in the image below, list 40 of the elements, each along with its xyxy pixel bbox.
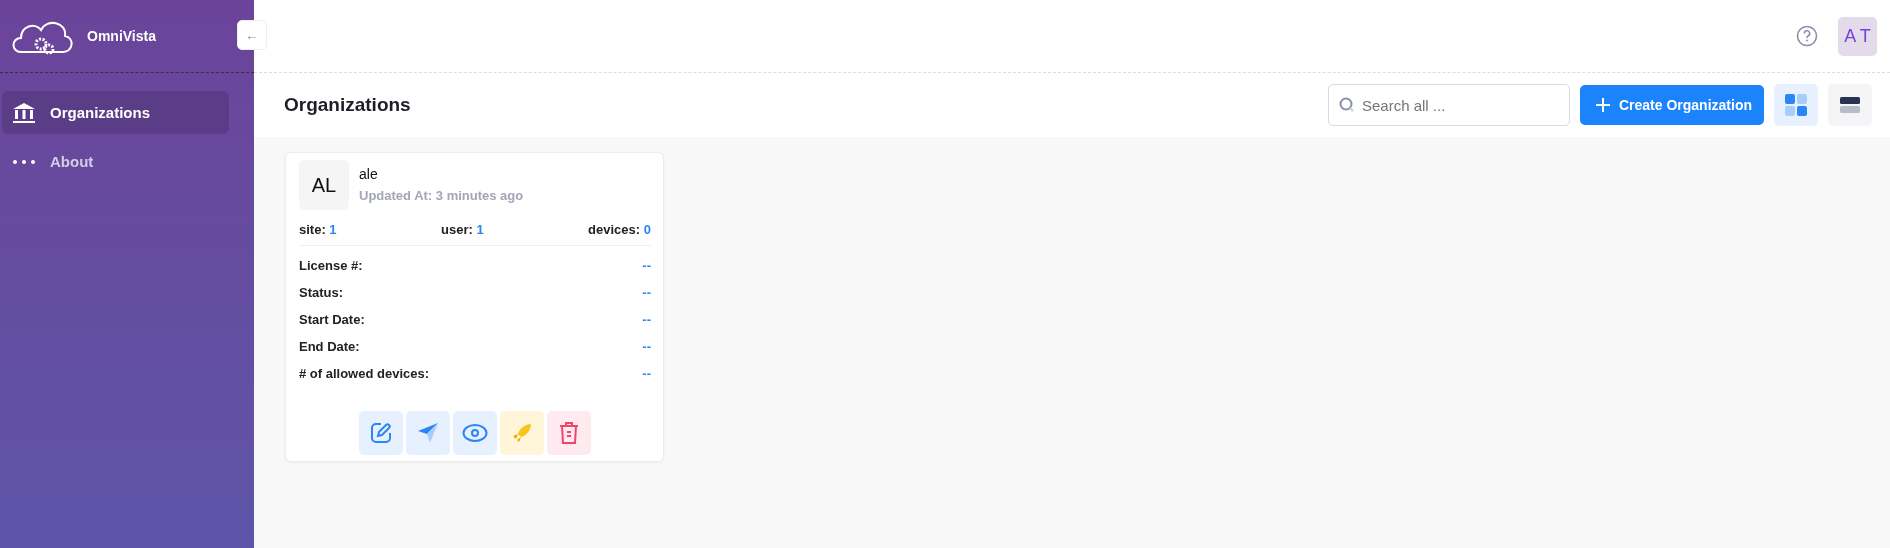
field-label: End Date: (299, 339, 360, 354)
collapse-sidebar-button[interactable]: ← (237, 20, 267, 50)
sidebar-item[interactable]: Organizations (2, 91, 229, 134)
page-title: Organizations (284, 94, 411, 116)
grid-icon (1784, 93, 1808, 117)
count-stat: site: 1 (299, 222, 337, 237)
field-label: Status: (299, 285, 344, 300)
more-dots-icon (12, 158, 36, 165)
field-label: License #: (299, 258, 363, 273)
user-avatar[interactable]: A T (1838, 16, 1877, 56)
bank-icon (12, 101, 36, 124)
create-organization-button[interactable]: Create Organization (1579, 85, 1764, 125)
edit-icon (369, 421, 393, 445)
grid-view-button[interactable] (1774, 84, 1818, 126)
brand-name: OmniVista (87, 28, 156, 44)
send-button[interactable] (406, 411, 450, 455)
field-value: -- (642, 339, 651, 354)
eye-icon (462, 423, 488, 443)
search-field[interactable]: Search all ... (1327, 84, 1570, 126)
field-value: -- (642, 258, 651, 273)
plus-icon (1595, 98, 1610, 112)
field-value: -- (642, 285, 651, 300)
field-value: -- (642, 312, 651, 327)
help-icon[interactable] (1796, 25, 1818, 47)
sidebar-item[interactable]: About (2, 140, 229, 183)
trash-icon (558, 421, 580, 445)
organization-initials: AL (299, 160, 349, 210)
updated-time: Updated At: 3 minutes ago (359, 188, 524, 203)
list-icon (1840, 96, 1860, 114)
field-value: -- (642, 366, 651, 381)
count-stat: user: 1 (441, 222, 484, 237)
count-stat: devices: 0 (588, 222, 651, 237)
edit-button[interactable] (359, 411, 403, 455)
view-button[interactable] (453, 411, 497, 455)
list-view-button[interactable] (1828, 84, 1872, 126)
delete-button[interactable] (547, 411, 591, 455)
send-icon (416, 421, 440, 445)
field-label: # of allowed devices: (299, 366, 430, 381)
field-label: Start Date: (299, 312, 365, 327)
organization-name: ale (359, 166, 379, 182)
